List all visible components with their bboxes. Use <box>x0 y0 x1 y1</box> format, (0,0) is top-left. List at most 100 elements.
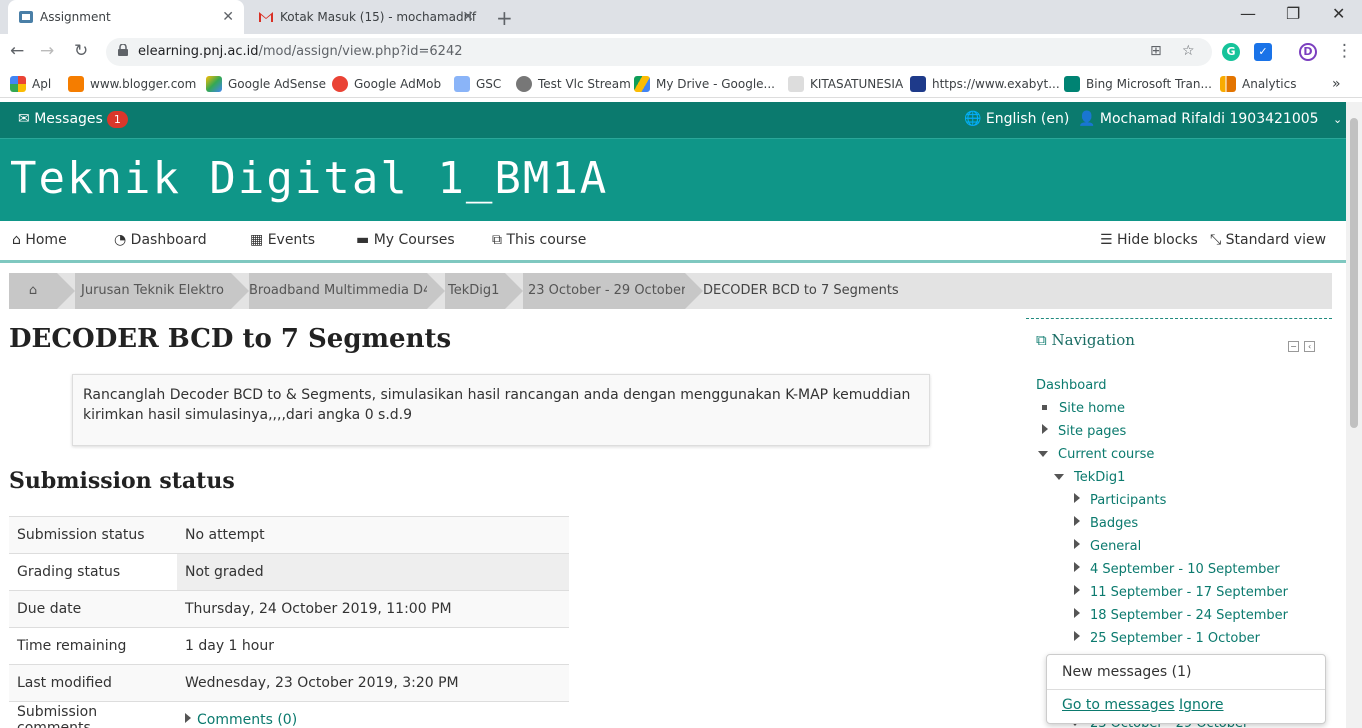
nav-tree-item[interactable]: 25 September - 1 October <box>1074 631 1260 646</box>
page-scrollbar[interactable] <box>1346 102 1362 728</box>
nav-events[interactable]: ▦ Events <box>250 232 315 248</box>
briefcase-icon: ▬ <box>356 232 370 248</box>
close-tab-icon[interactable]: ✕ <box>222 0 234 34</box>
bookmark-adsense[interactable]: Google AdSense <box>206 70 326 98</box>
hide-blocks-button[interactable]: ☰ Hide blocks <box>1100 232 1198 248</box>
home-icon: ⌂ <box>28 283 38 298</box>
caret-right-icon <box>1074 539 1080 549</box>
bookmark-bing-translator[interactable]: Bing Microsoft Tran... <box>1064 70 1212 98</box>
nav-tree-site-home[interactable]: Site home <box>1042 401 1125 416</box>
course-title: Teknik Digital 1_BM1A <box>10 153 609 204</box>
submission-status-table: Submission status No attempt Grading stat… <box>9 516 569 728</box>
nav-tree-item[interactable]: 4 September - 10 September <box>1074 562 1280 577</box>
bookmark-gsc[interactable]: GSC <box>454 70 501 98</box>
bookmark-drive[interactable]: My Drive - Google... <box>634 70 775 98</box>
bookmark-admob[interactable]: Google AdMob <box>332 70 441 98</box>
caret-down-icon <box>1054 474 1064 480</box>
comments-cell[interactable]: Comments (0) <box>177 701 569 728</box>
bookmark-blogger[interactable]: www.blogger.com <box>68 70 196 98</box>
new-tab-button[interactable]: + <box>496 6 513 30</box>
restore-icon[interactable]: ❐ <box>1286 4 1300 23</box>
breadcrumb-item[interactable]: Jurusan Teknik Elektro <box>75 273 231 309</box>
bookmark-exabytes[interactable]: https://www.exabyt... <box>910 70 1060 98</box>
row-label: Last modified <box>9 664 177 702</box>
user-menu[interactable]: 👤 Mochamad Rifaldi 1903421005 ⌄ <box>1078 110 1342 129</box>
caret-right-icon <box>1074 562 1080 572</box>
nav-this-course[interactable]: ⧉ This course <box>492 232 586 248</box>
extension-icon[interactable]: ✓ <box>1254 43 1272 61</box>
nav-label: Events <box>267 232 316 248</box>
nav-tree-item[interactable]: 18 September - 24 September <box>1074 608 1288 623</box>
row-value: No attempt <box>177 516 569 554</box>
back-icon[interactable]: ← <box>10 41 24 61</box>
caret-right-icon <box>1042 424 1048 434</box>
messages-label: Messages <box>34 111 103 127</box>
forward-icon[interactable]: → <box>40 41 54 61</box>
nav-tree-item[interactable]: Participants <box>1074 493 1166 508</box>
tab-assignment[interactable]: Assignment ✕ <box>8 0 244 34</box>
page-icon <box>788 76 804 92</box>
breadcrumb-item[interactable]: 23 October - 29 October <box>523 273 686 309</box>
popup-divider <box>1047 689 1325 690</box>
bookmark-label: www.blogger.com <box>90 77 197 91</box>
more-bookmarks-icon[interactable]: » <box>1332 70 1341 98</box>
course-banner: Teknik Digital 1_BM1A <box>0 138 1346 221</box>
messages-link[interactable]: ✉ Messages 1 <box>18 110 128 128</box>
bookmark-kitasatunesia[interactable]: KITASATUNESIA <box>788 70 903 98</box>
bookmark-label: GSC <box>476 77 502 91</box>
bookmark-vlc[interactable]: Test Vlc Stream <box>516 70 631 98</box>
standard-view-button[interactable]: ⤡ Standard view <box>1210 232 1326 248</box>
grammarly-icon[interactable]: G <box>1222 43 1240 61</box>
comments-link[interactable]: Comments (0) <box>197 712 297 728</box>
table-row: Last modified Wednesday, 23 October 2019,… <box>9 664 569 702</box>
nav-home[interactable]: ⌂ Home <box>12 232 67 248</box>
language-label: English (en) <box>985 111 1070 127</box>
moodle-topbar: ✉ Messages 1 🌐 English (en) 👤 Mochamad Ri… <box>0 102 1346 138</box>
bing-icon <box>1064 76 1080 92</box>
exabytes-icon <box>910 76 926 92</box>
breadcrumb-home[interactable]: ⌂ <box>9 273 57 309</box>
lock-icon <box>118 44 128 56</box>
close-window-icon[interactable]: ✕ <box>1332 4 1345 23</box>
dock-block-icon[interactable]: ‹ <box>1304 341 1316 352</box>
dashboard-icon: ◔ <box>114 232 127 248</box>
menu-kebab-icon[interactable]: ⋮ <box>1336 41 1353 61</box>
collapse-block-icon[interactable]: − <box>1288 341 1299 352</box>
nav-tree-item[interactable]: Badges <box>1074 516 1138 531</box>
navigation-title-label: Navigation <box>1051 331 1135 349</box>
nav-tree-label: Site home <box>1059 401 1125 416</box>
breadcrumb-separator <box>57 273 75 309</box>
nav-label: My Courses <box>373 232 455 248</box>
nav-my-courses[interactable]: ▬ My Courses <box>356 232 455 248</box>
breadcrumb-item[interactable]: Broadband Multimmedia D4 <box>249 273 431 309</box>
bookmark-analytics[interactable]: Analytics <box>1220 70 1297 98</box>
drive-icon <box>634 76 650 92</box>
address-bar[interactable]: elearning.pnj.ac.id/mod/assign/view.php?… <box>106 38 1212 66</box>
translate-icon[interactable]: ⊞ <box>1150 43 1162 59</box>
close-tab-icon[interactable]: ✕ <box>462 0 474 34</box>
nav-tree-label: 11 September - 17 September <box>1090 585 1289 600</box>
row-label: Time remaining <box>9 627 177 665</box>
bookmark-apps[interactable]: Apl <box>10 70 51 98</box>
row-value: Thursday, 24 October 2019, 11:00 PM <box>177 590 569 628</box>
extension-d-icon[interactable]: D <box>1299 43 1317 61</box>
nav-tree-item[interactable]: 11 September - 17 September <box>1074 585 1288 600</box>
nav-tree-course[interactable]: TekDig1 <box>1054 470 1125 485</box>
nav-tree-dashboard[interactable]: Dashboard <box>1036 378 1107 393</box>
language-menu[interactable]: 🌐 English (en) <box>964 110 1069 128</box>
nav-dashboard[interactable]: ◔ Dashboard <box>114 232 207 248</box>
minimize-icon[interactable]: — <box>1240 4 1256 23</box>
go-to-messages-link[interactable]: Go to messages <box>1062 697 1175 713</box>
nav-tree-site-pages[interactable]: Site pages <box>1042 424 1126 439</box>
nav-tree-current-course[interactable]: Current course <box>1038 447 1154 462</box>
tab-gmail[interactable]: Kotak Masuk (15) - mochamadrif ✕ <box>248 0 484 34</box>
nav-tree-item[interactable]: General <box>1074 539 1141 554</box>
page-content: ✉ Messages 1 🌐 English (en) 👤 Mochamad Ri… <box>0 102 1346 728</box>
breadcrumb-item[interactable]: TekDig1 <box>445 273 505 309</box>
scrollbar-thumb[interactable] <box>1350 118 1358 428</box>
nav-label: Hide blocks <box>1117 232 1198 248</box>
reload-icon[interactable]: ↻ <box>74 41 88 61</box>
ignore-link[interactable]: Ignore <box>1179 697 1224 713</box>
bookmark-star-icon[interactable]: ☆ <box>1182 43 1195 59</box>
nav-label: This course <box>506 232 587 248</box>
